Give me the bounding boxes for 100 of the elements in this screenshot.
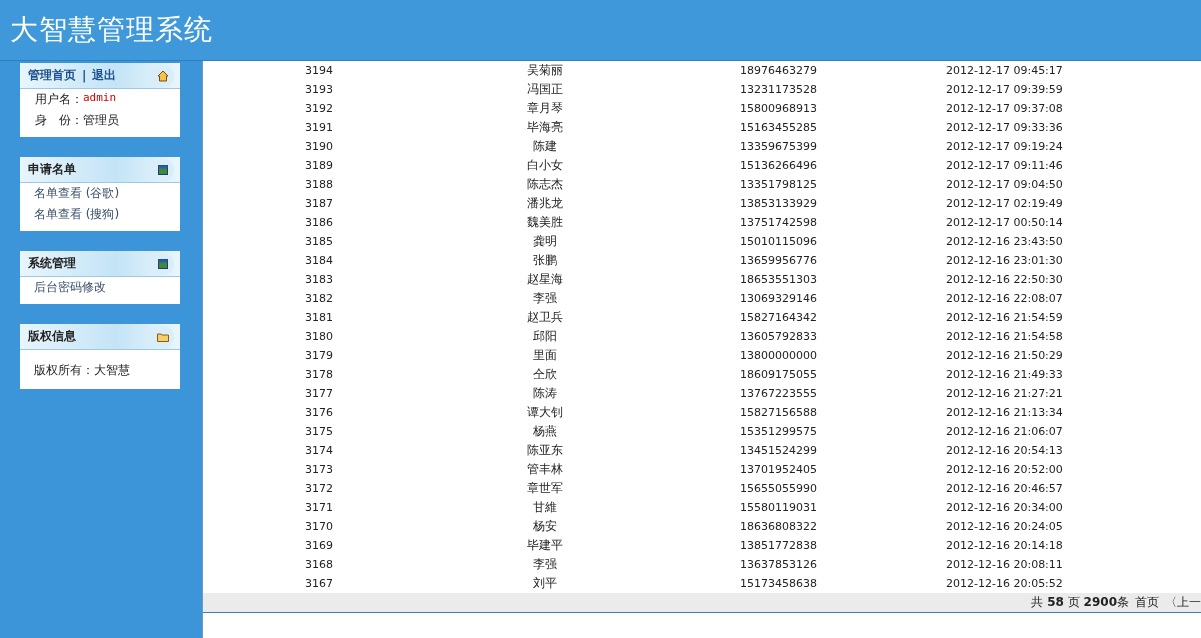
id-cell-text: 3175 xyxy=(304,425,334,438)
id-cell-text: 3176 xyxy=(304,406,334,419)
time-cell-text: 2012-12-16 21:27:21 xyxy=(946,387,1064,400)
phone-cell-text: 13853133929 xyxy=(739,197,818,210)
name-cell-text: 潘兆龙 xyxy=(526,195,564,212)
phone-cell-text: 18976463279 xyxy=(739,64,818,77)
phone-cell-text: 15010115096 xyxy=(739,235,818,248)
time-cell-text: 2012-12-16 21:50:29 xyxy=(946,349,1064,362)
phone-cell-text: 13637853126 xyxy=(739,558,818,571)
time-cell-text: 2012-12-16 20:34:00 xyxy=(946,501,1064,514)
id-cell-text: 3167 xyxy=(304,577,334,590)
id-cell-text: 3171 xyxy=(304,501,334,514)
phone-cell-text: 13231173528 xyxy=(739,83,818,96)
time-cell-text: 2012-12-17 09:04:50 xyxy=(946,178,1064,191)
phone-cell-text: 13851772838 xyxy=(739,539,818,552)
name-cell-text: 冯国正 xyxy=(526,81,564,98)
phone-cell-text: 13069329146 xyxy=(739,292,818,305)
time-cell-text: 2012-12-17 09:45:17 xyxy=(946,64,1064,77)
name-cell-text: 甘維 xyxy=(532,499,558,516)
id-cell-text: 3168 xyxy=(304,558,334,571)
time-cell-text: 2012-12-16 21:49:33 xyxy=(946,368,1064,381)
menu-link[interactable]: 名单查看 (谷歌) xyxy=(20,183,180,204)
phone-cell-text: 15655055990 xyxy=(739,482,818,495)
time-cell-text: 2012-12-16 20:05:52 xyxy=(946,577,1064,590)
time-cell-text: 2012-12-16 22:08:07 xyxy=(946,292,1064,305)
time-cell-text: 2012-12-17 09:39:59 xyxy=(946,83,1064,96)
id-cell-text: 3193 xyxy=(304,83,334,96)
time-cell-text: 2012-12-17 00:50:14 xyxy=(946,216,1064,229)
phone-cell-text: 13451524299 xyxy=(739,444,818,457)
name-cell-text: 陈建 xyxy=(532,138,558,155)
id-cell-text: 3194 xyxy=(304,64,334,77)
id-cell-text: 3187 xyxy=(304,197,334,210)
id-cell-text: 3172 xyxy=(304,482,334,495)
phone-cell-text: 15827156588 xyxy=(739,406,818,419)
phone-cell-text: 15580119031 xyxy=(739,501,818,514)
time-cell-text: 2012-12-16 20:52:00 xyxy=(946,463,1064,476)
id-cell-text: 3184 xyxy=(304,254,334,267)
phone-cell-text: 18609175055 xyxy=(739,368,818,381)
name-cell-text: 刘平 xyxy=(532,575,558,592)
id-cell-text: 3186 xyxy=(304,216,334,229)
phone-cell-text: 15136266496 xyxy=(739,159,818,172)
name-cell-text: 陈涛 xyxy=(532,385,558,402)
home-link[interactable]: 管理首页 xyxy=(28,67,76,84)
phone-cell-text: 13605792833 xyxy=(739,330,818,343)
phone-cell-text: 13767223555 xyxy=(739,387,818,400)
time-cell-text: 2012-12-16 20:14:18 xyxy=(946,539,1064,552)
time-cell-text: 2012-12-16 21:54:58 xyxy=(946,330,1064,343)
id-cell-text: 3178 xyxy=(304,368,334,381)
id-cell-text: 3188 xyxy=(304,178,334,191)
page-link[interactable]: 〈上一 xyxy=(1165,594,1201,611)
name-cell-text: 白小女 xyxy=(526,157,564,174)
phone-cell-text: 13751742598 xyxy=(739,216,818,229)
name-cell-text: 赵星海 xyxy=(526,271,564,288)
name-cell-text: 龚明 xyxy=(532,233,558,250)
time-cell-text: 2012-12-17 09:33:36 xyxy=(946,121,1064,134)
name-cell-text: 李强 xyxy=(532,290,558,307)
time-cell-text: 2012-12-16 21:13:34 xyxy=(946,406,1064,419)
copyright-text: 版权所有：大智慧 xyxy=(33,362,131,379)
field-value: 管理员 xyxy=(83,112,119,129)
name-cell-text: 李强 xyxy=(532,556,558,573)
time-cell-text: 2012-12-17 09:37:08 xyxy=(946,102,1064,115)
phone-cell-text: 13659956776 xyxy=(739,254,818,267)
id-cell-text: 3183 xyxy=(304,273,334,286)
id-cell-text: 3170 xyxy=(304,520,334,533)
time-cell-text: 2012-12-17 09:19:24 xyxy=(946,140,1064,153)
id-cell-text: 3169 xyxy=(304,539,334,552)
phone-cell-text: 13351798125 xyxy=(739,178,818,191)
menu-link[interactable]: 后台密码修改 xyxy=(20,277,180,298)
menu-link[interactable]: 名单查看 (搜狗) xyxy=(20,204,180,225)
name-cell-text: 管丰林 xyxy=(526,461,564,478)
logout-link[interactable]: 退出 xyxy=(92,67,117,84)
phone-cell-text: 15351299575 xyxy=(739,425,818,438)
id-cell-text: 3190 xyxy=(304,140,334,153)
separator: | xyxy=(82,68,87,83)
id-cell-text: 3189 xyxy=(304,159,334,172)
name-cell-text: 张鹏 xyxy=(532,252,558,269)
name-cell-text: 章月琴 xyxy=(526,100,564,117)
phone-cell-text: 18653551303 xyxy=(739,273,818,286)
name-cell-text: 魏美胜 xyxy=(526,214,564,231)
phone-cell-text: 15800968913 xyxy=(739,102,818,115)
id-cell-text: 3177 xyxy=(304,387,334,400)
name-cell-text: 吴菊丽 xyxy=(526,62,564,79)
panel-title: 系统管理 xyxy=(28,255,76,272)
name-cell-text: 杨燕 xyxy=(532,423,558,440)
id-cell-text: 3180 xyxy=(304,330,334,343)
name-cell-text: 赵卫兵 xyxy=(526,309,564,326)
time-cell-text: 2012-12-17 02:19:49 xyxy=(946,197,1064,210)
name-cell-text: 邱阳 xyxy=(532,328,558,345)
time-cell-text: 2012-12-16 20:46:57 xyxy=(946,482,1064,495)
name-cell-text: 毕海亮 xyxy=(526,119,564,136)
time-cell-text: 2012-12-16 23:43:50 xyxy=(946,235,1064,248)
name-cell-text: 杨安 xyxy=(532,518,558,535)
name-cell-text: 谭大钊 xyxy=(526,404,564,421)
time-cell-text: 2012-12-17 09:11:46 xyxy=(946,159,1064,172)
time-cell-text: 2012-12-16 21:06:07 xyxy=(946,425,1064,438)
phone-cell-text: 15163455285 xyxy=(739,121,818,134)
time-cell-text: 2012-12-16 23:01:30 xyxy=(946,254,1064,267)
id-cell-text: 3191 xyxy=(304,121,334,134)
page-link[interactable]: 首页 xyxy=(1135,594,1159,611)
panel-title: 版权信息 xyxy=(28,328,76,345)
